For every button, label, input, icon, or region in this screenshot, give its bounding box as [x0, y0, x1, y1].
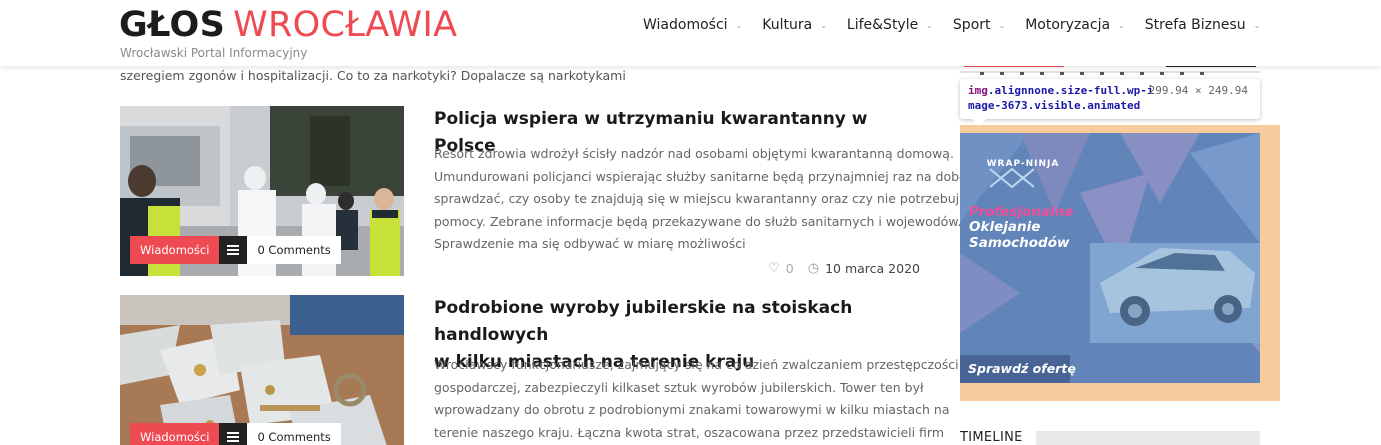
site-logo[interactable]: GŁOS WROCŁAWIA [119, 3, 457, 47]
ad-headline-1: Profesjonalne [969, 204, 1074, 220]
heart-icon[interactable]: ♡ [768, 261, 780, 276]
ad-cta-button[interactable]: Sprawdź ofertę [960, 355, 1076, 383]
chevron-down-icon: ⌄ [1118, 20, 1125, 30]
nav-item-lifestyle[interactable]: Life&Style ⌄ [847, 17, 933, 33]
tooltip-selector: img.alignnone.size-full.wp-image-3673.vi… [968, 84, 1154, 112]
post-card: Wiadomości 0 Comments Policja wspiera w … [120, 106, 967, 278]
chevron-down-icon: ⌄ [820, 20, 827, 30]
nav-item-wiadomosci[interactable]: Wiadomości ⌄ [643, 17, 742, 33]
post-tag-bar: Wiadomości 0 Comments [130, 236, 341, 264]
post-date: 10 marca 2020 [825, 261, 920, 276]
nav-item-sport[interactable]: Sport ⌄ [953, 17, 1005, 33]
chevron-down-icon: ⌄ [735, 20, 743, 30]
previous-post-snippet: szeregiem zgonów i hospitalizacji. Co to… [120, 68, 626, 83]
ad-brand: WRAP-NINJA [986, 159, 1060, 169]
timeline-heading: TIMELINE [960, 430, 1023, 445]
comments-link[interactable]: 0 Comments [247, 423, 341, 445]
site-tagline: Wrocławski Portal Informacyjny [120, 46, 308, 60]
chevron-down-icon: ⌄ [998, 20, 1006, 30]
menu-icon[interactable] [219, 236, 248, 264]
ad-highlight-box: WRAP-NINJA Profesjonalne Oklejanie Samoc… [960, 125, 1280, 401]
nav-item-motoryzacja[interactable]: Motoryzacja ⌄ [1025, 17, 1125, 33]
menu-icon[interactable] [219, 423, 248, 445]
likes-count: 0 [785, 261, 794, 276]
wrap-ninja-ad[interactable]: WRAP-NINJA Profesjonalne Oklejanie Samoc… [960, 133, 1260, 383]
tooltip-dimensions: 299.94 × 249.94 [1148, 84, 1248, 97]
post-excerpt: Wrocławscy funkcjonariusze, zajmujący si… [434, 357, 959, 440]
post-tag-bar: Wiadomości 0 Comments [130, 423, 341, 445]
post-thumbnail[interactable]: Wiadomości 0 Comments [120, 106, 404, 276]
site-header: GŁOS WROCŁAWIA Wrocławski Portal Informac… [0, 0, 1381, 66]
ad-headline-3: Samochodów [969, 235, 1070, 251]
nav-item-kultura[interactable]: Kultura ⌄ [762, 17, 827, 33]
devtools-inspect-tooltip: img.alignnone.size-full.wp-image-3673.vi… [960, 79, 1260, 126]
ad-highlight-overlay [960, 133, 1260, 383]
comments-link[interactable]: 0 Comments [247, 236, 341, 264]
chevron-down-icon: ⌄ [926, 20, 933, 30]
main-navigation: Wiadomości ⌄ Kultura ⌄ Life&Style ⌄ Sport ⌄ … [643, 17, 1280, 33]
post-meta: ♡ 0 ◷ 10 marca 2020 [768, 261, 920, 276]
post-card: Wiadomości 0 Comments Podrobione wyroby … [120, 295, 959, 445]
nav-item-strefa-biznesu[interactable]: Strefa Biznesu ⌄ [1145, 17, 1261, 33]
post-thumbnail[interactable]: Wiadomości 0 Comments [120, 295, 404, 445]
clock-icon: ◷ [807, 261, 820, 276]
post-excerpt: Resort zdrowia wdrożył ścisły nadzór nad… [434, 146, 967, 252]
logo-part2: WROCŁAWIA [233, 5, 458, 45]
category-badge[interactable]: Wiadomości [130, 236, 220, 264]
category-badge[interactable]: Wiadomości [130, 423, 220, 445]
timeline-heading-bar [1036, 431, 1260, 445]
chevron-down-icon: ⌄ [1253, 20, 1261, 30]
logo-part1: GŁOS [119, 5, 226, 45]
ad-headline-2: Oklejanie [969, 219, 1041, 235]
